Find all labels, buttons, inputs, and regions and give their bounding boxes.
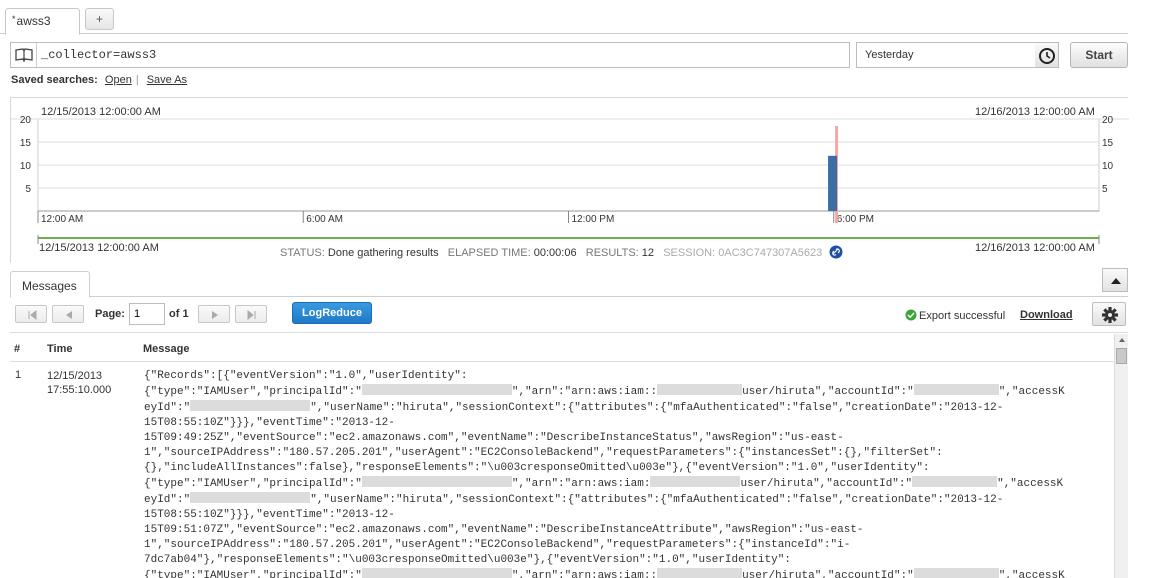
tab-label: awss3 <box>16 14 51 28</box>
histogram-panel: 5 5 10 10 15 15 20 20 12:00 AM 6:00 AM 12:00 PM 6:0… <box>10 97 1129 264</box>
redacted-value <box>361 384 512 395</box>
message-line: 15T09:49:25Z","eventSource":"ec2.amazona… <box>144 432 844 444</box>
message-line: {"type":"IAMUser","principalId":" ","arn"… <box>144 568 1065 578</box>
unsaved-marker: * <box>12 14 16 24</box>
status-value: Done gathering results <box>327 247 439 259</box>
message-line: {"type":"IAMUser","principalId":" ","arn"… <box>144 476 1064 490</box>
redacted-value <box>650 476 741 487</box>
message-line: eyId":" ","userName":"hiruta","sessionCon… <box>144 400 1004 414</box>
tab-messages[interactable]: Messages <box>10 271 90 298</box>
y-tick-label-left: 10 <box>20 161 32 172</box>
message-line: {"Records":[{"eventVersion":"1.0","userI… <box>144 370 468 382</box>
message-line: 15T09:51:07Z","eventSource":"ec2.amazona… <box>144 524 864 536</box>
x-tick-label: 6:00 AM <box>306 214 343 225</box>
redacted-value <box>913 568 999 578</box>
timeline-start-label: 12/15/2013 12:00:00 AM <box>39 242 159 254</box>
start-button[interactable]: Start <box>1070 42 1128 68</box>
message-line: 15T08:55:10Z"}}},"eventTime":"2013-12- <box>144 509 395 521</box>
message-line: 1","sourceIPAddress":"180.57.205.201","u… <box>144 447 943 459</box>
histogram-bar[interactable] <box>828 155 838 211</box>
row-number: 1 <box>15 369 22 381</box>
row-time-clock: 17:55:10.000 <box>47 384 112 396</box>
page-label: Page: <box>95 308 125 320</box>
redacted-value <box>190 400 311 411</box>
first-page-button[interactable] <box>15 305 47 323</box>
clock-icon[interactable] <box>1035 42 1059 68</box>
message-line: {"type":"IAMUser","principalId":" ","arn"… <box>144 384 1065 398</box>
session-label: SESSION: <box>663 247 716 259</box>
histogram-chart[interactable]: 5 5 10 10 15 15 20 20 12:00 AM 6:00 AM 12:00 PM 6:0… <box>11 98 1129 264</box>
redacted-value <box>361 568 512 578</box>
link-separator: | <box>135 74 139 86</box>
y-tick-label-right: 20 <box>1102 115 1114 126</box>
column-header-time[interactable]: Time <box>47 343 72 355</box>
range-end-label: 12/16/2013 12:00:00 AM <box>975 106 1095 118</box>
message-line: eyId":" ","userName":"hiruta","sessionCon… <box>144 492 1004 506</box>
prev-page-button[interactable] <box>52 305 84 323</box>
table-row[interactable]: 1 12/15/2013 17:55:10.000 {"Records":[{"… <box>10 366 1114 578</box>
message-line: 7dc7ab04"},"responseElements":"\u003cres… <box>144 554 791 566</box>
range-start-label: 12/15/2013 12:00:00 AM <box>41 106 161 118</box>
y-tick-label-right: 15 <box>1102 138 1114 149</box>
last-page-button[interactable] <box>235 305 267 323</box>
x-tick-label: 12:00 PM <box>572 214 615 225</box>
time-range-field[interactable]: Yesterday <box>856 42 1036 68</box>
messages-table-header: # Time Message <box>10 334 1128 362</box>
page-number-input[interactable] <box>129 303 165 325</box>
search-status: STATUS: Done gathering results ELAPSED T… <box>280 245 843 262</box>
results-value: 12 <box>641 247 655 259</box>
timeline-end-label: 12/16/2013 12:00:00 AM <box>975 242 1095 254</box>
message-line: {},"includeAllInstances":false},"respons… <box>144 462 930 474</box>
logreduce-button[interactable]: LogReduce <box>292 302 372 324</box>
scrollbar-thumb[interactable] <box>1116 348 1127 364</box>
results-label: RESULTS: <box>585 247 639 259</box>
column-header-num[interactable]: # <box>14 343 20 355</box>
redacted-value <box>912 476 998 487</box>
y-tick-label-left: 20 <box>20 115 32 126</box>
redacted-value <box>190 492 311 503</box>
gear-icon[interactable] <box>1092 302 1126 326</box>
y-tick-label-right: 10 <box>1102 161 1114 172</box>
collapse-up-icon[interactable] <box>1102 268 1128 292</box>
page-count-label: of 1 <box>169 308 189 320</box>
tab-awss3[interactable]: *awss3 <box>5 8 80 35</box>
message-line: 15T08:55:10Z"}}},"eventTime":"2013-12- <box>144 417 395 429</box>
y-tick-label-right: 5 <box>1102 184 1108 195</box>
tab-bar: *awss3 + <box>0 0 1128 35</box>
x-tick-label: 12:00 AM <box>41 214 83 225</box>
y-tick-label-left: 5 <box>25 184 31 195</box>
export-status-text: Export successful <box>919 310 1006 322</box>
open-link[interactable]: Open <box>105 74 132 86</box>
message-line: 1","sourceIPAddress":"180.57.205.201","u… <box>144 539 851 551</box>
column-header-message[interactable]: Message <box>143 343 189 355</box>
next-page-button[interactable] <box>198 305 230 323</box>
save-as-link[interactable]: Save As <box>147 74 187 86</box>
search-input[interactable] <box>41 43 841 67</box>
add-tab-button[interactable]: + <box>85 8 114 30</box>
row-time-date: 12/15/2013 <box>47 370 103 382</box>
row-time: 12/15/2013 17:55:10.000 <box>47 369 111 397</box>
vertical-scrollbar[interactable] <box>1114 334 1128 578</box>
results-tab-strip: Messages <box>10 268 1128 298</box>
link-icon[interactable] <box>829 245 843 262</box>
elapsed-label: ELAPSED TIME: <box>447 247 531 259</box>
redacted-value <box>361 476 512 487</box>
redacted-value <box>913 384 999 395</box>
book-icon[interactable] <box>11 43 37 67</box>
messages-toolbar: Page: of 1 LogReduce Export successful D… <box>10 297 1128 333</box>
redacted-value <box>657 384 743 395</box>
session-value: 0AC3C747307A5623 <box>718 247 823 259</box>
x-tick-label: 6:00 PM <box>837 214 874 225</box>
saved-searches-label: Saved searches: <box>11 74 98 86</box>
download-link[interactable]: Download <box>1020 309 1073 321</box>
export-status: Export successful <box>905 309 1005 324</box>
elapsed-value: 00:00:06 <box>533 247 577 259</box>
saved-searches-row: Saved searches: Open | Save As <box>11 74 187 86</box>
redacted-value <box>657 568 743 578</box>
search-query-box <box>10 42 850 68</box>
check-circle-icon <box>905 309 917 324</box>
status-label: STATUS: <box>280 247 325 259</box>
row-message: {"Records":[{"eventVersion":"1.0","userI… <box>144 369 1104 578</box>
y-tick-label-left: 15 <box>20 138 32 149</box>
